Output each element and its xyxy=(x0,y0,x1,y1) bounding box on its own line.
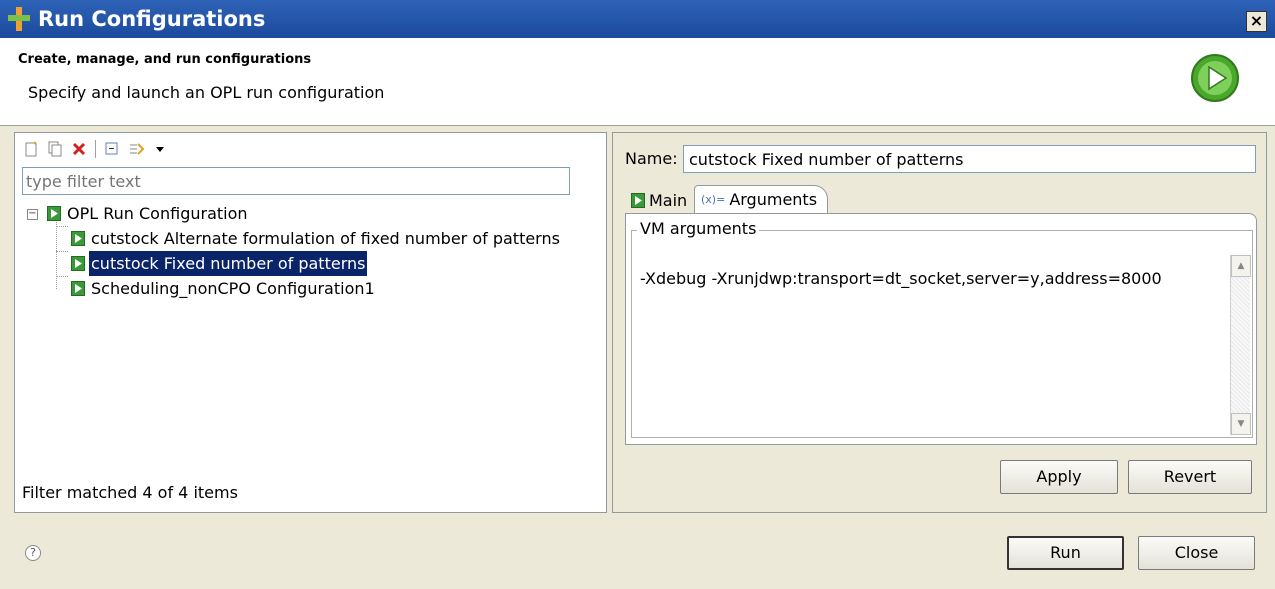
run-config-icon xyxy=(71,231,85,246)
configuration-tree: − OPL Run Configuration cutstock Alterna… xyxy=(23,201,593,301)
collapse-all-icon[interactable] xyxy=(102,139,122,159)
left-toolbar xyxy=(21,137,170,161)
tree-item-label-selected: cutstock Fixed number of patterns xyxy=(89,251,368,276)
new-configuration-icon[interactable] xyxy=(21,139,41,159)
revert-button[interactable]: Revert xyxy=(1128,460,1252,494)
main-tab-icon xyxy=(631,192,645,208)
title-bar: Run Configurations × xyxy=(0,0,1275,38)
window-title: Run Configurations xyxy=(38,7,266,31)
run-config-icon xyxy=(71,281,85,296)
vm-arguments-textarea[interactable]: -Xdebug -Xrunjdwp:transport=dt_socket,se… xyxy=(638,255,1224,431)
header-message: Specify and launch an OPL run configurat… xyxy=(28,83,385,102)
tab-main[interactable]: Main xyxy=(625,187,693,213)
tree-item-cutstock-fixed[interactable]: cutstock Fixed number of patterns xyxy=(23,251,593,276)
header-title: Create, manage, and run configurations xyxy=(18,52,312,67)
filter-status-text: Filter matched 4 of 4 items xyxy=(22,483,238,502)
tab-arguments[interactable]: (x)= Arguments xyxy=(694,185,828,213)
tab-arguments-label: Arguments xyxy=(729,190,818,209)
run-icon xyxy=(1191,54,1239,102)
configuration-list-panel: − OPL Run Configuration cutstock Alterna… xyxy=(14,132,607,513)
vm-arguments-scrollbar[interactable]: ▲ ▼ xyxy=(1230,255,1251,435)
tree-item-cutstock-alternate[interactable]: cutstock Alternate formulation of fixed … xyxy=(23,226,593,251)
arguments-icon: (x)= xyxy=(701,193,726,206)
collapse-toggle-icon[interactable]: − xyxy=(27,209,38,220)
apply-button[interactable]: Apply xyxy=(1000,460,1118,494)
toolbar-separator xyxy=(95,140,96,158)
tab-main-label: Main xyxy=(649,190,688,210)
app-icon xyxy=(8,7,30,31)
tree-item-scheduling[interactable]: Scheduling_nonCPO Configuration1 xyxy=(23,276,593,301)
opl-config-type-icon xyxy=(47,206,61,221)
tab-folder: Main (x)= Arguments VM arguments -Xdebug… xyxy=(625,185,1257,445)
vm-arguments-title: VM arguments xyxy=(637,219,760,238)
name-field[interactable] xyxy=(683,145,1256,173)
close-window-button[interactable]: × xyxy=(1246,11,1267,32)
duplicate-icon[interactable] xyxy=(45,139,65,159)
name-label: Name: xyxy=(625,149,678,168)
run-config-icon xyxy=(71,256,85,271)
tree-root-opl-run-configuration[interactable]: − OPL Run Configuration xyxy=(23,201,593,226)
filter-icon[interactable] xyxy=(126,139,146,159)
scroll-down-arrow-icon[interactable]: ▼ xyxy=(1231,413,1251,435)
help-icon[interactable]: ? xyxy=(25,545,41,561)
configuration-editor-panel: Name: Main (x)= Arguments VM arguments -… xyxy=(612,132,1267,513)
tree-item-label: Scheduling_nonCPO Configuration1 xyxy=(91,279,375,298)
close-icon: × xyxy=(1249,11,1264,30)
filter-input[interactable] xyxy=(22,167,570,195)
run-button[interactable]: Run xyxy=(1007,536,1124,570)
scroll-up-arrow-icon[interactable]: ▲ xyxy=(1231,255,1251,277)
delete-icon[interactable] xyxy=(69,139,89,159)
close-button[interactable]: Close xyxy=(1138,536,1255,570)
dropdown-arrow-icon[interactable] xyxy=(150,139,170,159)
vm-arguments-group: VM arguments -Xdebug -Xrunjdwp:transport… xyxy=(631,219,1253,438)
arguments-tab-content: VM arguments -Xdebug -Xrunjdwp:transport… xyxy=(625,213,1257,445)
tree-item-label: OPL Run Configuration xyxy=(67,204,248,223)
dialog-header: Create, manage, and run configurations S… xyxy=(0,38,1275,126)
tree-item-label: cutstock Alternate formulation of fixed … xyxy=(91,229,560,248)
